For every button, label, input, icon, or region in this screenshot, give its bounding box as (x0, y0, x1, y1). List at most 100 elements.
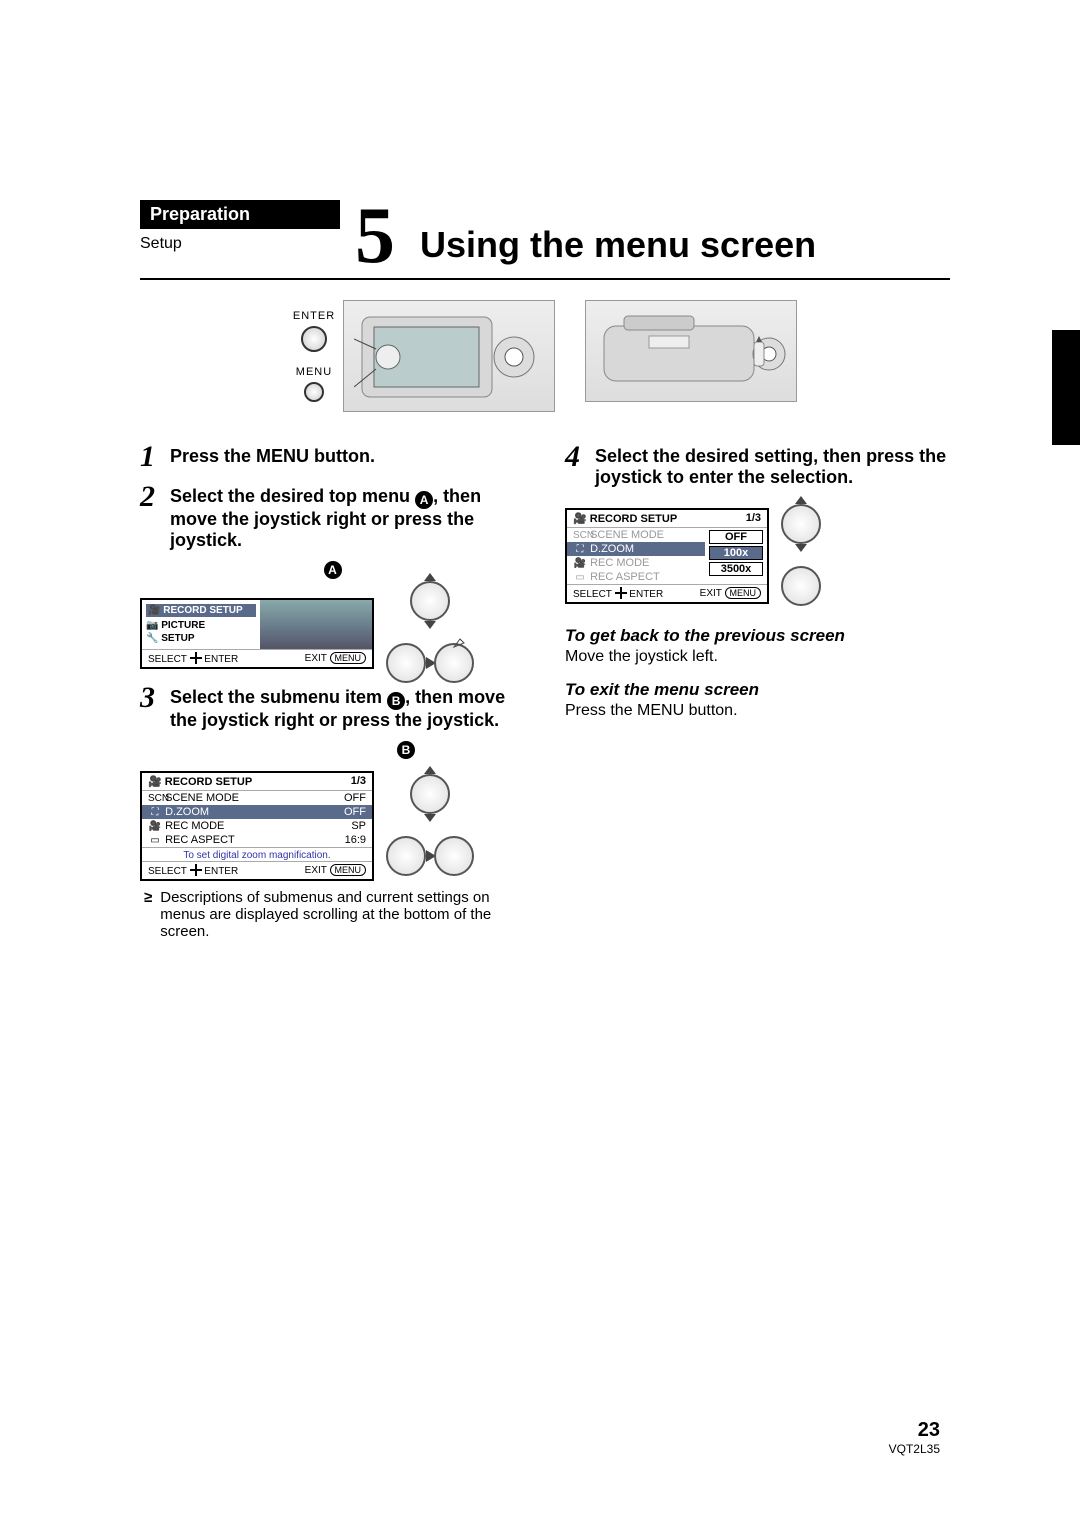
camera-open-diagram (343, 300, 555, 412)
doc-code: VQT2L35 (889, 1442, 940, 1456)
section-tab (1052, 330, 1080, 445)
enter-button-icon (301, 326, 327, 352)
step-2-number: 2 (140, 482, 170, 512)
screen-b-tip: To set digital zoom magnification. (142, 847, 372, 861)
joystick-press-icon (781, 566, 821, 606)
setup-label: Setup (140, 235, 340, 253)
screen-a-item-0: RECORD SETUP (163, 605, 242, 616)
screen-a-select: SELECT (148, 654, 187, 665)
screen-c-exit: EXIT (700, 588, 722, 599)
step-2-text: Select the desired top menu A, then move… (170, 482, 525, 551)
screen-b-title: RECORD SETUP (165, 776, 252, 788)
exit-body: Press the MENU button. (565, 702, 950, 720)
badge-b: B (387, 692, 405, 710)
joystick-icons-a (386, 581, 474, 683)
step-3-pre: Select the submenu item (170, 687, 387, 707)
c-row2: REC MODE (590, 557, 649, 569)
screen-b-region: 🎥 RECORD SETUP 1/3 SCN SCENE MODEOFF ⛶ D… (140, 761, 525, 889)
screen-a-preview (260, 600, 372, 649)
preparation-bar: Preparation (140, 200, 340, 229)
camcorder-icon (594, 306, 789, 396)
joystick-icons-c (781, 504, 821, 606)
b-row3-val: 16:9 (345, 834, 366, 846)
menu-pill-icon: MENU (330, 864, 367, 876)
step-1: 1 Press the MENU button. (140, 442, 525, 472)
screen-c: 🎥 RECORD SETUP 1/3 SCN SCENE MODE ⛶ D.ZO… (565, 508, 769, 604)
screen-c-region: 🎥 RECORD SETUP 1/3 SCN SCENE MODE ⛶ D.ZO… (565, 498, 950, 612)
screen-c-enter: ENTER (629, 589, 663, 600)
screen-b-select: SELECT (148, 866, 187, 877)
screen-a-region: 🎥 RECORD SETUP 📷 PICTURE 🔧 SETUP SELECT … (140, 581, 525, 683)
menu-pill-icon: MENU (725, 587, 762, 599)
c-opt-1: 100x (709, 546, 763, 560)
b-row2-val: SP (351, 820, 366, 832)
step-1-number: 1 (140, 442, 170, 472)
menu-pill-icon: MENU (330, 652, 367, 664)
manual-page: Preparation Setup 5 Using the menu scree… (0, 0, 1080, 1526)
step-3-text: Select the submenu item B, then move the… (170, 683, 525, 731)
badge-a: A (415, 491, 433, 509)
page-title: Using the menu screen (420, 224, 950, 266)
b-row1-val: OFF (344, 806, 366, 818)
chapter-number: 5 (340, 200, 410, 272)
joystick-right-icon (386, 836, 426, 876)
submenu-note-text: Descriptions of submenus and current set… (160, 889, 525, 940)
back-title: To get back to the previous screen (565, 626, 950, 646)
c-opt-2: 3500x (709, 562, 763, 576)
bullet-icon: ≥ (144, 889, 152, 940)
screen-c-title: RECORD SETUP (590, 513, 677, 525)
c-row1: D.ZOOM (590, 543, 634, 555)
c-row0: SCENE MODE (590, 529, 664, 541)
b-row0-val: OFF (344, 792, 366, 804)
screen-c-page: 1/3 (746, 512, 761, 525)
dpad-icon (190, 864, 202, 876)
exit-title: To exit the menu screen (565, 680, 950, 700)
screen-b-label: B (140, 741, 525, 759)
screen-b-enter: ENTER (204, 866, 238, 877)
joystick-updown-icon (410, 774, 450, 814)
step-4-text: Select the desired setting, then press t… (595, 442, 950, 488)
b-row0-label: SCENE MODE (165, 792, 239, 804)
screen-a-exit: EXIT (305, 653, 327, 664)
enter-menu-labels: ENTER MENU (293, 310, 343, 402)
step-2: 2 Select the desired top menu A, then mo… (140, 482, 525, 551)
top-diagrams: ENTER MENU (140, 300, 950, 412)
step-4-number: 4 (565, 442, 595, 472)
badge-a-screen: A (324, 561, 342, 579)
joystick-right-icon (386, 643, 426, 683)
dpad-icon (615, 587, 627, 599)
screen-b: 🎥 RECORD SETUP 1/3 SCN SCENE MODEOFF ⛶ D… (140, 771, 374, 881)
camera-closed-diagram (585, 300, 797, 402)
b-row3-label: REC ASPECT (165, 834, 235, 846)
joystick-press-icon (434, 643, 474, 683)
page-number: 23 (889, 1419, 940, 1442)
joystick-updown-icon (781, 504, 821, 544)
screen-a-item-1: PICTURE (161, 620, 205, 631)
screen-a-item-2: SETUP (161, 633, 194, 644)
screen-b-page: 1/3 (351, 775, 366, 788)
screen-b-exit: EXIT (305, 865, 327, 876)
step-3: 3 Select the submenu item B, then move t… (140, 683, 525, 731)
c-opt-0: OFF (709, 530, 763, 544)
b-row1-label: D.ZOOM (165, 806, 209, 818)
left-column: 1 Press the MENU button. 2 Select the de… (140, 442, 525, 940)
back-body: Move the joystick left. (565, 648, 950, 666)
screen-a: 🎥 RECORD SETUP 📷 PICTURE 🔧 SETUP SELECT … (140, 598, 374, 669)
joystick-icons-b (386, 774, 474, 876)
submenu-note: ≥ Descriptions of submenus and current s… (140, 889, 525, 940)
joystick-press-icon (434, 836, 474, 876)
b-row2-label: REC MODE (165, 820, 224, 832)
step-4: 4 Select the desired setting, then press… (565, 442, 950, 488)
content-columns: 1 Press the MENU button. 2 Select the de… (140, 442, 950, 940)
joystick-updown-icon (410, 581, 450, 621)
c-row3: REC ASPECT (590, 571, 660, 583)
page-header: Preparation Setup 5 Using the menu scree… (140, 200, 950, 272)
step-1-text: Press the MENU button. (170, 442, 375, 467)
menu-label: MENU (296, 366, 332, 378)
screen-c-select: SELECT (573, 589, 612, 600)
header-rule (140, 278, 950, 280)
screen-a-enter: ENTER (204, 654, 238, 665)
menu-button-icon (304, 382, 324, 402)
right-column: 4 Select the desired setting, then press… (565, 442, 950, 940)
enter-label: ENTER (293, 310, 335, 322)
